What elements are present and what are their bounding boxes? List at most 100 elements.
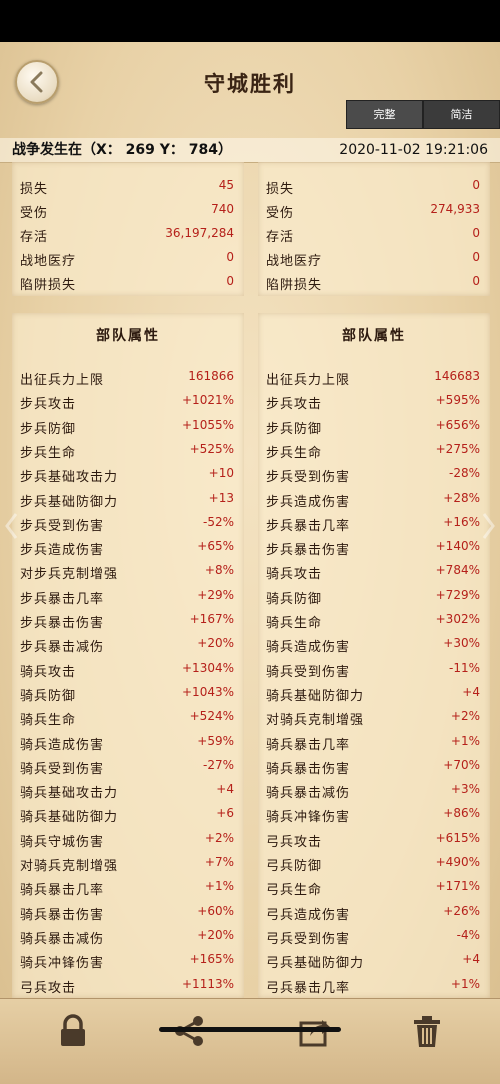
lock-icon[interactable] — [56, 1014, 90, 1048]
attribute-label: 步兵防御 — [20, 421, 77, 437]
attribute-row: 骑兵基础攻击力 +4 — [12, 778, 244, 802]
header: 守城胜利 完整 简洁 — [0, 42, 500, 138]
attribute-value: -4% — [456, 927, 480, 942]
attribute-value: +1021% — [182, 393, 234, 408]
attribute-row: 骑兵攻击 +784% — [258, 559, 490, 583]
attribute-value: +20% — [197, 636, 234, 651]
loss-value: 274,933 — [430, 202, 480, 216]
attribute-row: 骑兵受到伤害 -11% — [258, 657, 490, 681]
attribute-label: 骑兵受到伤害 — [20, 761, 105, 777]
attributes-title: 部队属性 — [96, 328, 160, 344]
attribute-value: +86% — [443, 806, 480, 821]
view-toggle: 完整 简洁 — [346, 100, 500, 129]
chevron-left-icon[interactable] — [4, 512, 18, 540]
attribute-value: -27% — [202, 757, 234, 772]
attribute-row: 骑兵冲锋伤害 +86% — [258, 802, 490, 826]
loss-label: 陷阱损失 — [266, 278, 323, 293]
home-indicator[interactable] — [159, 1027, 341, 1032]
loss-row: 陷阱损失 0 — [258, 270, 490, 294]
attribute-label: 弓兵生命 — [266, 883, 323, 899]
attribute-value: +595% — [435, 393, 480, 408]
attribute-label: 骑兵暴击几率 — [266, 737, 351, 753]
attribute-label: 骑兵攻击 — [266, 567, 323, 583]
loss-value: 36,197,284 — [165, 226, 234, 240]
attribute-label: 步兵基础防御力 — [20, 494, 119, 510]
attribute-row: 骑兵防御 +729% — [258, 584, 490, 608]
attribute-row: 对骑兵克制增强 +2% — [258, 705, 490, 729]
attribute-label: 骑兵暴击减伤 — [266, 786, 351, 802]
attribute-value: +1304% — [182, 660, 234, 675]
loss-value: 0 — [472, 250, 480, 264]
trash-icon[interactable] — [410, 1014, 444, 1048]
attribute-row: 步兵暴击伤害 +167% — [12, 608, 244, 632]
loss-value: 0 — [472, 274, 480, 288]
attribute-value: +165% — [189, 952, 234, 967]
attribute-value: +3% — [450, 782, 480, 797]
simple-view-tab[interactable]: 简洁 — [423, 100, 500, 129]
battle-report-screen: 守城胜利 完整 简洁 战争发生在（X： 269 Y： 784） 2020-11-… — [0, 42, 500, 1084]
attribute-label: 弓兵暴击几率 — [266, 980, 351, 996]
attribute-label: 骑兵生命 — [20, 713, 77, 729]
attribute-value: +1% — [204, 879, 234, 894]
loss-label: 存活 — [266, 230, 295, 245]
bottom-toolbar — [0, 998, 500, 1084]
chevron-right-icon[interactable] — [482, 512, 496, 540]
attribute-value: 161866 — [188, 369, 234, 383]
attribute-label: 步兵暴击减伤 — [20, 640, 105, 656]
attribute-row: 出征兵力上限 146683 — [258, 365, 490, 389]
attribute-row: 骑兵暴击减伤 +3% — [258, 778, 490, 802]
attribute-value: +1055% — [182, 417, 234, 432]
attribute-label: 步兵暴击几率 — [266, 518, 351, 534]
attribute-value: +6 — [216, 806, 234, 821]
attribute-row: 步兵暴击伤害 +140% — [258, 535, 490, 559]
attribute-row: 步兵生命 +525% — [12, 438, 244, 462]
attributes-title: 部队属性 — [342, 328, 406, 344]
attribute-value: +16% — [443, 514, 480, 529]
battle-location[interactable]: 战争发生在（X： 269 Y： 784） — [12, 138, 232, 162]
attribute-row: 步兵暴击几率 +29% — [12, 584, 244, 608]
attribute-value: +275% — [435, 441, 480, 456]
attribute-row: 步兵攻击 +595% — [258, 389, 490, 413]
attribute-value: +4 — [462, 684, 480, 699]
attribute-value: +167% — [189, 612, 234, 626]
attribute-label: 弓兵造成伤害 — [266, 907, 351, 923]
attribute-row: 步兵防御 +656% — [258, 414, 490, 438]
attribute-label: 对骑兵克制增强 — [266, 713, 365, 729]
attribute-row: 骑兵生命 +302% — [258, 608, 490, 632]
full-view-tab[interactable]: 完整 — [346, 100, 423, 129]
loss-value: 740 — [211, 202, 234, 216]
losses-panel-left: 损失 45 受伤 740 存活 36,197,284 战地医疗 0 陷阱损失 0 — [12, 162, 244, 296]
attribute-value: +140% — [435, 539, 480, 554]
attribute-value: +490% — [435, 855, 480, 869]
attribute-row: 骑兵受到伤害 -27% — [12, 754, 244, 778]
attribute-row: 步兵受到伤害 -28% — [258, 462, 490, 486]
attribute-row: 骑兵生命 +524% — [12, 705, 244, 729]
attribute-value: +60% — [197, 903, 234, 918]
attribute-label: 步兵暴击伤害 — [20, 616, 105, 631]
attribute-label: 弓兵防御 — [266, 859, 323, 874]
attribute-label: 出征兵力上限 — [20, 373, 105, 388]
attribute-row: 步兵攻击 +1021% — [12, 389, 244, 413]
attribute-row: 弓兵攻击 +1113% — [12, 973, 244, 997]
attribute-row: 骑兵守城伤害 +2% — [12, 827, 244, 851]
attribute-value: -52% — [202, 514, 234, 529]
attribute-row: 弓兵造成伤害 +26% — [258, 900, 490, 924]
attribute-row: 步兵暴击减伤 +20% — [12, 632, 244, 656]
attribute-row: 骑兵造成伤害 +30% — [258, 632, 490, 656]
attribute-value: +525% — [189, 441, 234, 456]
attribute-row: 弓兵受到伤害 -4% — [258, 924, 490, 948]
attribute-row: 骑兵暴击减伤 +20% — [12, 924, 244, 948]
loss-label: 受伤 — [20, 206, 49, 221]
attribute-row: 骑兵暴击几率 +1% — [12, 875, 244, 899]
attribute-value: +7% — [204, 855, 234, 869]
attribute-label: 出征兵力上限 — [266, 373, 351, 388]
attribute-row: 骑兵造成伤害 +59% — [12, 730, 244, 754]
attribute-label: 骑兵暴击减伤 — [20, 931, 105, 947]
attribute-value: +524% — [189, 709, 234, 724]
attribute-value: +13 — [208, 490, 234, 505]
attribute-label: 骑兵基础攻击力 — [20, 786, 119, 802]
attribute-row: 弓兵暴击几率 +1% — [258, 973, 490, 997]
attribute-label: 弓兵受到伤害 — [266, 931, 351, 947]
attribute-row: 步兵造成伤害 +28% — [258, 487, 490, 511]
attribute-value: +2% — [450, 709, 480, 724]
